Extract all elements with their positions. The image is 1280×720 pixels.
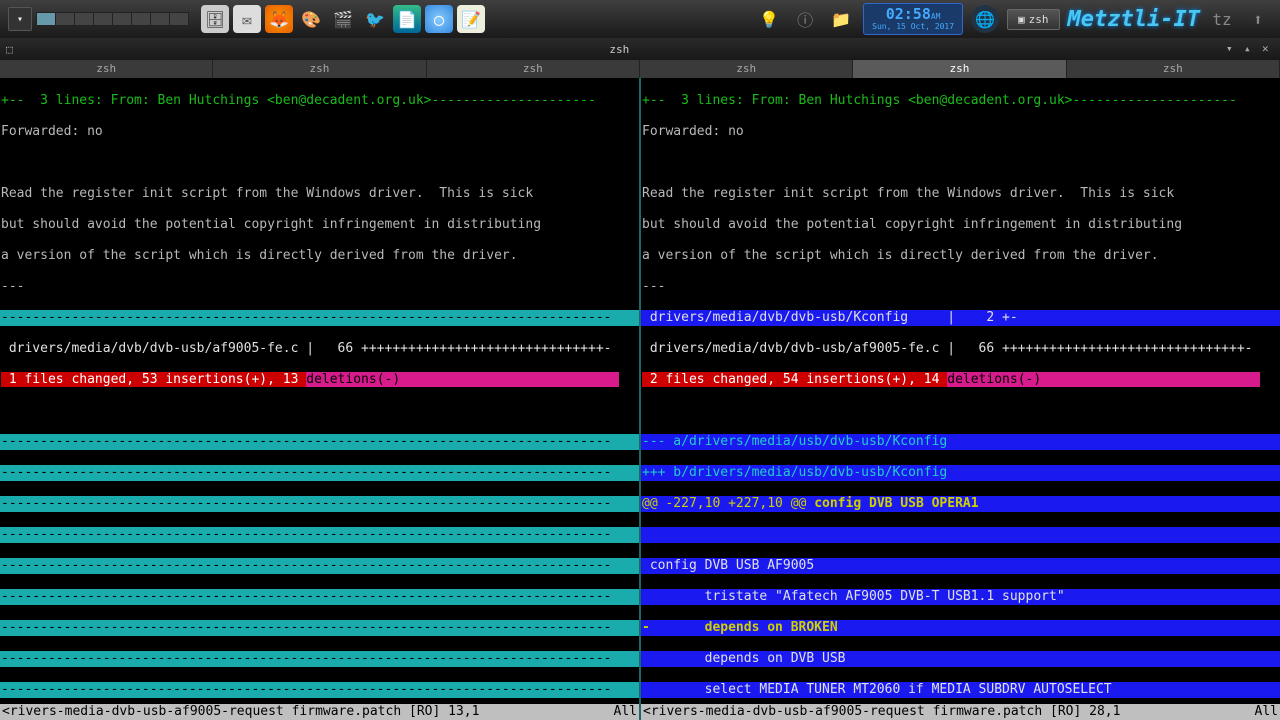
right-status: <rivers-media-dvb-usb-af9005-request fir… [641,704,1280,720]
diff-summary: 2 files changed, 54 insertions(+), 14 de… [641,372,1280,388]
desktop-taskbar: ▾ 🗄 ✉ 🦊 🎨 🎬 🐦 📄 ◯ 📝 💡 ⓘ 📁 02:58AM Sun, 1… [0,0,1280,38]
minimize-button[interactable]: ▾ [1226,43,1238,55]
taskbar-left: ▾ 🗄 ✉ 🦊 🎨 🎬 🐦 📄 ◯ 📝 [8,5,485,33]
brand-logo: Metztli-IT [1068,7,1200,32]
tab-3[interactable]: zsh [640,60,853,78]
tab-4[interactable]: zsh [853,60,1066,78]
firefox-icon[interactable]: 🦊 [265,5,293,33]
tray-icon-2[interactable]: ⬆ [1244,5,1272,33]
globe-icon[interactable]: 🌐 [971,5,999,33]
taskbar-window-button[interactable]: ▣ zsh [1007,9,1060,30]
fold-line: +-- 3 lines: From: Ben Hutchings <ben@de… [641,93,1280,109]
tab-1[interactable]: zsh [213,60,426,78]
movie-icon[interactable]: 🎬 [329,5,357,33]
clock-date: Sun, 15 Oct, 2017 [872,23,954,32]
left-pane[interactable]: +-- 3 lines: From: Ben Hutchings <ben@de… [0,78,641,704]
folder-icon[interactable]: 📁 [827,5,855,33]
file-manager-icon[interactable]: 🗄 [201,5,229,33]
tab-0[interactable]: zsh [0,60,213,78]
fold-line: +-- 3 lines: From: Ben Hutchings <ben@de… [0,93,639,109]
tab-5[interactable]: zsh [1067,60,1280,78]
taskbar-right: 💡 ⓘ 📁 02:58AM Sun, 15 Oct, 2017 🌐 ▣ zsh … [755,3,1272,35]
window-icon: ⬚ [6,43,13,56]
diff-summary: 1 files changed, 53 insertions(+), 13 de… [0,372,639,388]
launcher-icons: 🗄 ✉ 🦊 🎨 🎬 🐦 📄 ◯ 📝 [201,5,485,33]
diff-added: drivers/media/dvb/dvb-usb/Kconfig | 2 +- [641,310,1280,326]
status-line-row: <rivers-media-dvb-usb-af9005-request fir… [0,704,1280,720]
bulb-icon[interactable]: 💡 [755,5,783,33]
diff-filler: ----------------------------------------… [0,310,639,326]
right-pane[interactable]: +-- 3 lines: From: Ben Hutchings <ben@de… [641,78,1280,704]
info-icon[interactable]: ⓘ [791,5,819,33]
workspace-pager[interactable] [36,12,189,26]
mail-icon[interactable]: ✉ [233,5,261,33]
terminal-icon: ▣ [1018,13,1025,26]
left-status: <rivers-media-dvb-usb-af9005-request fir… [0,704,641,720]
bird-icon[interactable]: 🐦 [361,5,389,33]
gimp-icon[interactable]: 🎨 [297,5,325,33]
editor-icon[interactable]: 📝 [457,5,485,33]
close-button[interactable]: ✕ [1262,43,1274,55]
vimdiff-area[interactable]: +-- 3 lines: From: Ben Hutchings <ben@de… [0,78,1280,704]
window-title: zsh [13,43,1226,56]
chromium-icon[interactable]: ◯ [425,5,453,33]
maximize-button[interactable]: ▴ [1244,43,1256,55]
app-menu-button[interactable]: ▾ [8,7,32,31]
clock-time: 02:58 [886,5,931,23]
tab-2[interactable]: zsh [427,60,640,78]
taskbar-clock[interactable]: 02:58AM Sun, 15 Oct, 2017 [863,3,963,35]
tray-icon-1[interactable]: tz [1208,5,1236,33]
libreoffice-icon[interactable]: 📄 [393,5,421,33]
terminal-tabs: zsh zsh zsh zsh zsh zsh [0,60,1280,78]
window-titlebar: ⬚ zsh ▾ ▴ ✕ [0,38,1280,60]
